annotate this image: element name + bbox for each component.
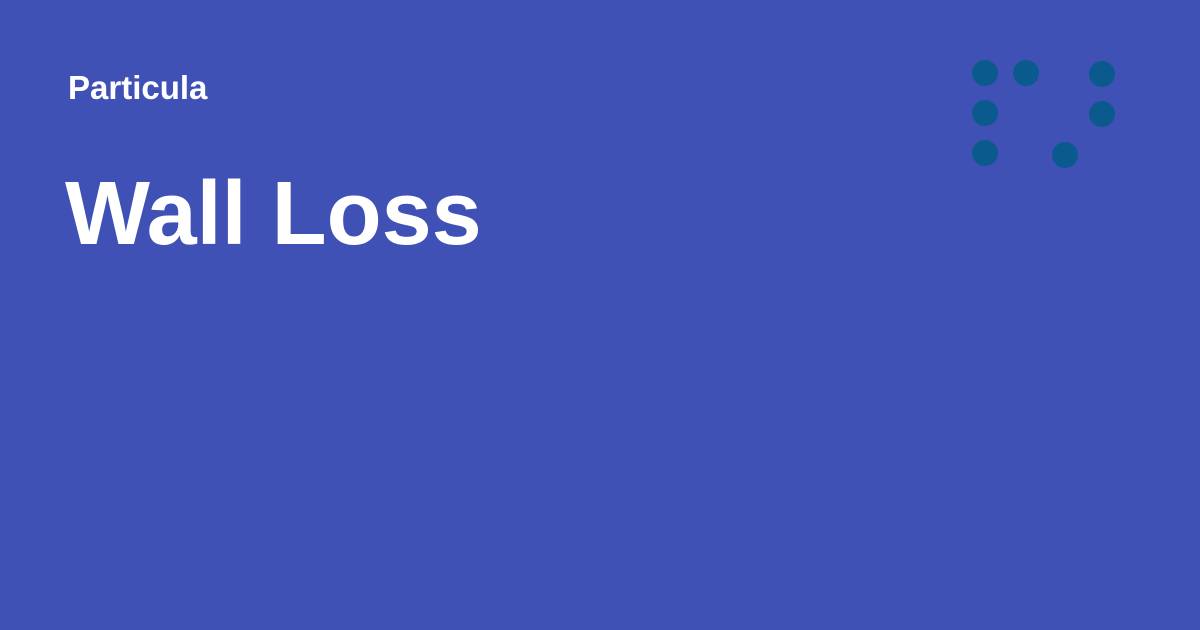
dot-grid-logo-icon <box>972 60 1115 168</box>
logo-dot <box>972 140 998 166</box>
social-card: Particula Wall Loss <box>0 0 1200 630</box>
site-name: Particula <box>68 69 208 106</box>
logo-dot <box>1089 61 1115 87</box>
page-title: Wall Loss <box>65 164 482 264</box>
logo-dot <box>972 100 998 126</box>
logo-dot <box>972 60 998 86</box>
logo-dot <box>1089 101 1115 127</box>
logo-dot <box>1013 60 1039 86</box>
logo-dot <box>1052 142 1078 168</box>
